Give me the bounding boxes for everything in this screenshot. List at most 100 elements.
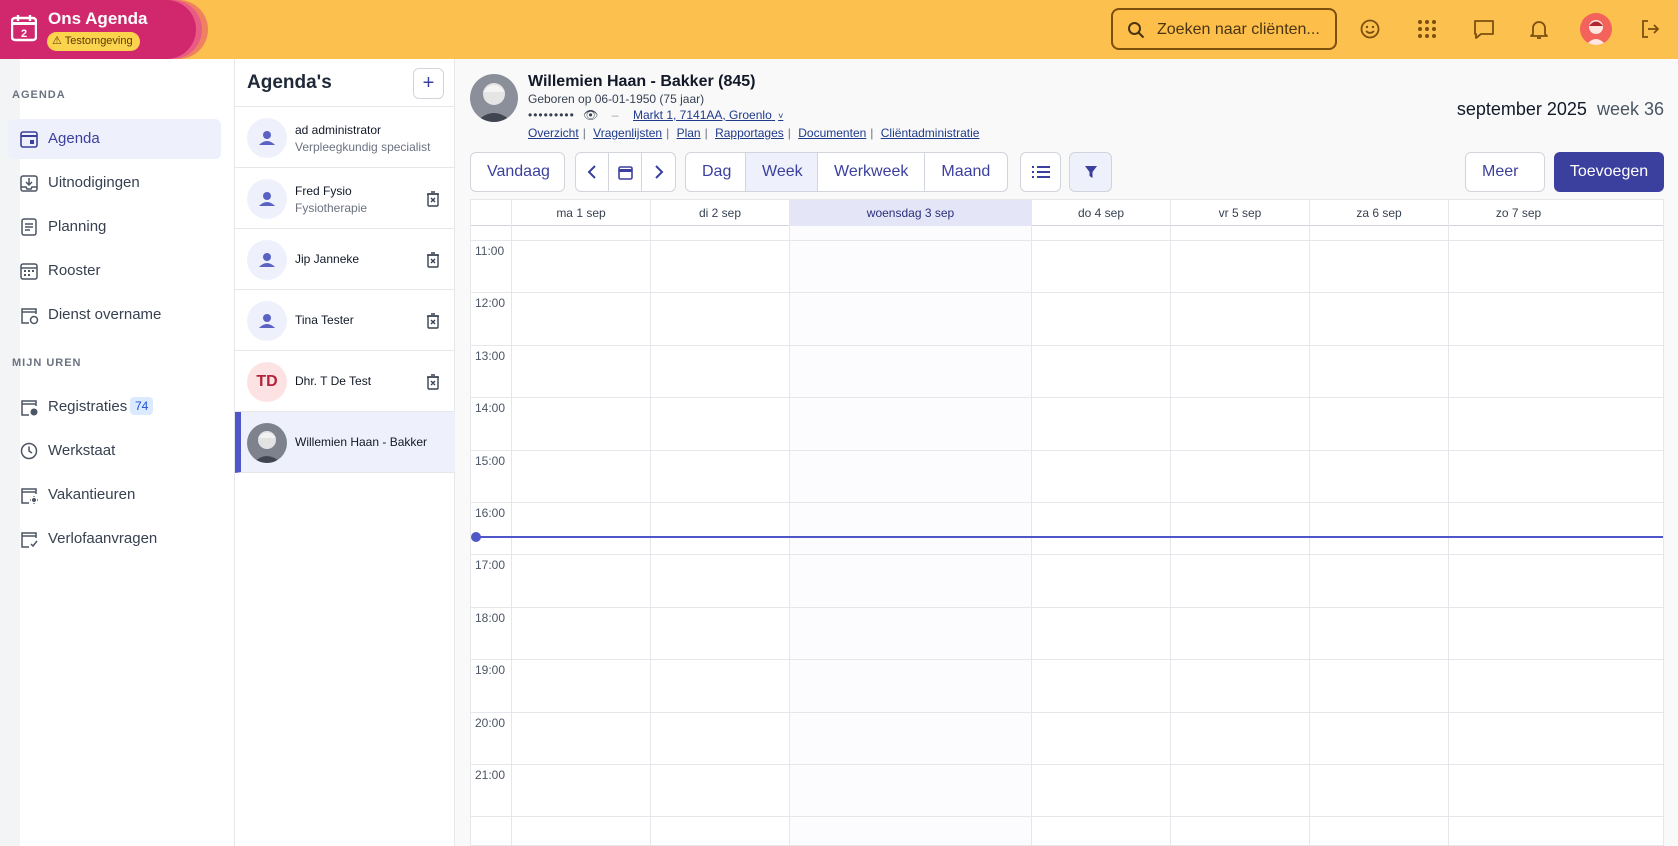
sidebar-item-label: Agenda	[48, 130, 100, 147]
today-button[interactable]: Vandaag	[470, 152, 565, 192]
sidebar-item-label: Rooster	[48, 262, 101, 279]
day-header[interactable]: do 4 sep	[1031, 200, 1170, 226]
period-display: september 2025 week 36	[1457, 99, 1664, 120]
person-icon	[247, 118, 287, 158]
day-header[interactable]: ma 1 sep	[511, 200, 650, 226]
calendar-header: ma 1 sep di 2 sep woensdag 3 sep do 4 sep vr…	[471, 200, 1663, 226]
client-photo-avatar	[247, 423, 287, 463]
week-calendar-grid[interactable]: ma 1 sep di 2 sep woensdag 3 sep do 4 sep vr…	[470, 199, 1664, 846]
agenda-row-active[interactable]: Willemien Haan - Bakker	[235, 412, 455, 473]
delete-agenda-icon[interactable]	[426, 313, 440, 329]
hour-gridline	[471, 397, 1663, 399]
link-vragenlijsten[interactable]: Vragenlijsten	[593, 126, 662, 140]
leave-request-icon	[21, 532, 38, 548]
eye-icon[interactable]: 👁	[583, 108, 599, 122]
roster-icon	[20, 263, 38, 280]
day-header[interactable]: zo 7 sep	[1448, 200, 1588, 226]
filter-button[interactable]	[1069, 152, 1112, 192]
agendas-panel: Agenda's + ad administrator Verpleegkund…	[235, 59, 455, 846]
registrations-count-badge: 74	[130, 397, 154, 415]
time-label: 15:00	[475, 453, 506, 468]
link-rapportages[interactable]: Rapportages	[715, 126, 784, 140]
logout-icon[interactable]	[1638, 17, 1662, 41]
list-view-button[interactable]	[1020, 152, 1061, 192]
delete-agenda-icon[interactable]	[426, 252, 440, 268]
environment-badge: ⚠ Testomgeving	[47, 32, 140, 51]
agenda-row[interactable]: TD Dhr. T De Test	[235, 351, 455, 412]
agenda-role: Fysiotherapie	[295, 201, 368, 215]
more-dropdown-button[interactable]: Meer ▼	[1465, 152, 1545, 192]
agenda-row[interactable]: ad administrator Verpleegkundig speciali…	[235, 107, 455, 168]
list-icon	[1021, 153, 1060, 191]
sidebar-item-werkstaat[interactable]: Werkstaat	[8, 431, 221, 471]
agenda-row[interactable]: Fred Fysio Fysiotherapie	[235, 168, 455, 229]
day-header[interactable]: vr 5 sep	[1170, 200, 1309, 226]
more-text: Meer	[1482, 163, 1519, 180]
time-label: 14:00	[475, 401, 506, 416]
day-header[interactable]: woensdag 3 sep	[789, 200, 1031, 226]
agenda-row[interactable]: Jip Janneke	[235, 229, 455, 290]
client-photo	[470, 74, 518, 122]
agendas-header: Agenda's +	[235, 59, 455, 107]
shift-swap-icon	[21, 308, 39, 325]
vacation-icon	[21, 488, 38, 504]
smiley-icon[interactable]	[1358, 17, 1382, 41]
sidebar-item-rooster[interactable]: Rooster	[8, 251, 221, 291]
agenda-name: Fred Fysio	[295, 184, 352, 198]
chat-icon[interactable]	[1472, 17, 1496, 41]
day-header[interactable]: za 6 sep	[1309, 200, 1448, 226]
add-agenda-button[interactable]: +	[413, 68, 444, 99]
sidebar-item-verlofaanvragen[interactable]: Verlofaanvragen	[8, 519, 221, 559]
bsn-value: •••••••••	[528, 108, 575, 122]
hour-gridline	[471, 502, 1663, 503]
client-links: Overzicht | Vragenlijsten | Plan | Rapporta…	[528, 126, 980, 140]
sidebar-item-label: Registraties	[48, 398, 128, 415]
link-documenten[interactable]: Documenten	[798, 126, 866, 140]
sidebar-item-uitnodigingen[interactable]: Uitnodigingen	[8, 163, 221, 203]
app-title: Ons Agenda	[48, 9, 148, 28]
bell-icon[interactable]	[1527, 17, 1551, 41]
sidebar-item-label: Uitnodigingen	[48, 174, 140, 191]
agenda-row[interactable]: Tina Tester	[235, 290, 455, 351]
chevron-right-icon	[654, 165, 663, 179]
time-label: 19:00	[475, 663, 506, 678]
search-icon	[1128, 22, 1145, 39]
link-clientadministratie[interactable]: Cliëntadministratie	[881, 126, 980, 140]
sidebar-item-dienst-overname[interactable]: Dienst overname	[8, 295, 221, 335]
client-search-input[interactable]: Zoeken naar cliënten...	[1111, 8, 1337, 50]
date-picker-button[interactable]	[609, 153, 642, 191]
sidebar-item-agenda[interactable]: Agenda	[8, 119, 221, 159]
add-appointment-button[interactable]: Toevoegen	[1554, 152, 1664, 192]
person-icon	[247, 179, 287, 219]
next-week-button[interactable]	[642, 153, 675, 191]
link-plan[interactable]: Plan	[677, 126, 701, 140]
view-maand[interactable]: Maand	[925, 153, 1007, 191]
day-header[interactable]: di 2 sep	[650, 200, 789, 226]
previous-week-button[interactable]	[576, 153, 609, 191]
today-label: Vandaag	[487, 163, 550, 180]
hour-gridline	[471, 659, 1663, 661]
chevron-down-icon: ˅	[778, 111, 784, 121]
apps-grid-icon[interactable]	[1415, 17, 1439, 41]
agenda-name: Jip Janneke	[295, 252, 360, 266]
clock-icon	[20, 442, 38, 460]
brand-block[interactable]: 2 Ons Agenda ⚠ Testomgeving	[0, 0, 196, 59]
user-avatar[interactable]	[1580, 13, 1612, 45]
time-label: 17:00	[475, 558, 506, 573]
delete-agenda-icon[interactable]	[426, 191, 440, 207]
link-overzicht[interactable]: Overzicht	[528, 126, 579, 140]
view-dag[interactable]: Dag	[686, 153, 746, 191]
view-week[interactable]: Week	[746, 153, 818, 191]
sidebar-item-vakantieuren[interactable]: Vakantieuren	[8, 475, 221, 515]
sidebar-section-mijn-uren: MIJN UREN	[12, 357, 82, 369]
view-werkweek[interactable]: Werkweek	[818, 153, 926, 191]
client-bsn-masked: ••••••••• 👁 –	[528, 108, 619, 122]
sidebar-item-registraties[interactable]: Registraties 74	[8, 387, 221, 427]
hour-gridline	[471, 240, 1663, 241]
delete-agenda-icon[interactable]	[426, 374, 440, 390]
sidebar-item-label: Dienst overname	[48, 306, 162, 323]
person-icon	[247, 240, 287, 280]
sidebar-item-planning[interactable]: Planning	[8, 207, 221, 247]
main-content: Willemien Haan - Bakker (845) Geboren op…	[455, 59, 1678, 846]
client-address-link[interactable]: Markt 1, 7141AA, Groenlo ˅	[633, 108, 783, 122]
